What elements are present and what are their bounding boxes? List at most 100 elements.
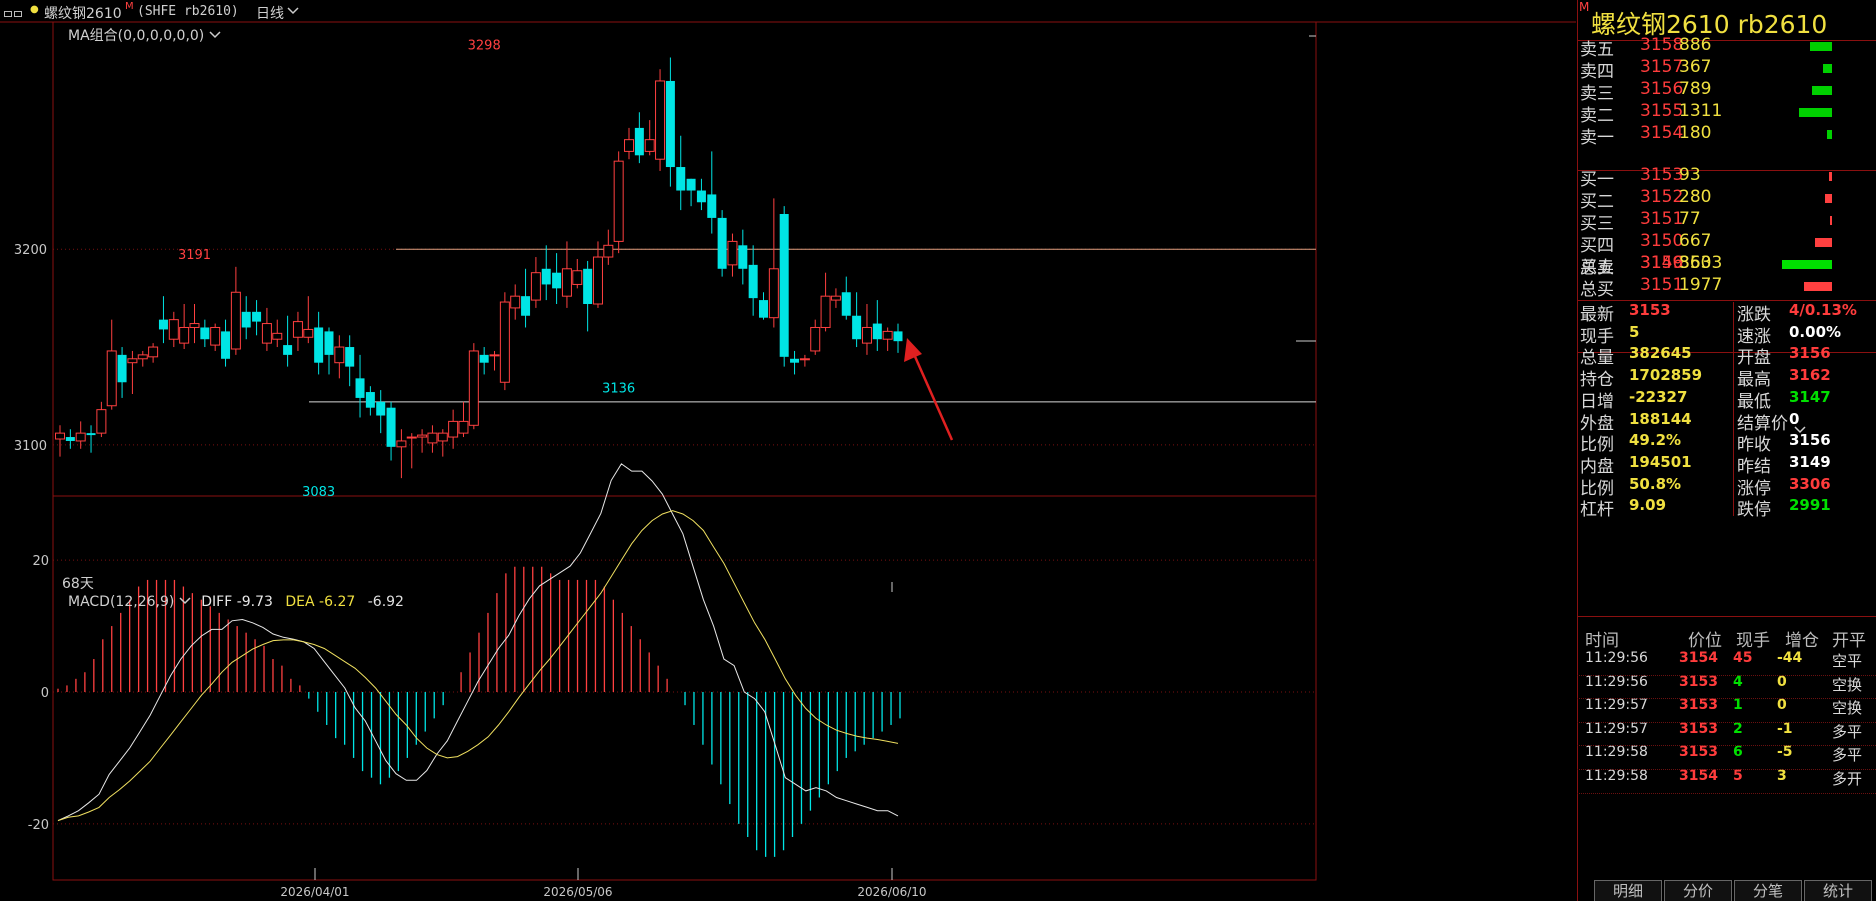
candle-body <box>872 323 882 340</box>
candle-body <box>852 315 862 340</box>
depth-bar <box>1815 238 1832 247</box>
tick-hand: 45 <box>1733 650 1753 666</box>
macd-indicator-label[interactable]: MACD(12,26,9) DIFF -9.73 DEA -6.27 -6.92 <box>68 594 404 610</box>
candle <box>252 300 262 336</box>
candle <box>334 335 345 379</box>
candle <box>552 253 562 304</box>
candle <box>55 425 65 457</box>
candle <box>696 178 706 211</box>
candle <box>603 229 614 265</box>
candle <box>106 319 117 410</box>
candle-body <box>96 409 107 434</box>
candle <box>882 327 893 351</box>
candle <box>738 229 748 285</box>
stat-value: 50.8% <box>1629 474 1682 493</box>
candle <box>241 296 251 340</box>
candle-body <box>437 432 448 442</box>
date-tick-label: 2026/04/01 <box>280 885 349 899</box>
ma-label-text: MA组合(0,0,0,0,0,0) <box>68 28 205 44</box>
ask-volume: 886 <box>1679 35 1712 55</box>
tab-detail[interactable]: 明细 <box>1594 880 1662 901</box>
candle <box>583 260 593 332</box>
chevron-down-icon[interactable] <box>287 4 299 20</box>
price-tick-label: 3100 <box>14 439 47 454</box>
candle <box>437 429 448 457</box>
candle-body <box>841 292 851 316</box>
candle <box>613 151 624 254</box>
candle-body <box>272 332 283 340</box>
depth-bar <box>1830 216 1832 225</box>
candle-body <box>427 432 438 444</box>
candle <box>727 233 738 277</box>
candle-body <box>324 331 334 355</box>
candle <box>179 304 190 349</box>
depth-bar <box>1823 64 1832 73</box>
depth-bar <box>1827 130 1832 139</box>
stat-value: 3306 <box>1789 474 1831 493</box>
candle-body <box>106 350 117 407</box>
candle-body <box>479 354 489 363</box>
candle-body <box>768 268 779 319</box>
candle-body <box>521 296 531 316</box>
candle-body <box>644 139 655 152</box>
candle-body <box>665 80 675 168</box>
main-contract-marker: M <box>1579 0 1590 14</box>
candle-body <box>127 358 138 364</box>
candle <box>861 304 872 355</box>
candle <box>448 409 459 449</box>
candle-body <box>417 434 428 438</box>
candle <box>655 69 666 171</box>
tick-type: 多平 <box>1832 746 1863 764</box>
candle <box>561 241 572 308</box>
period-selector[interactable]: 日线 <box>256 3 284 23</box>
kline-chart[interactable]: 3191 3298 3083 3136 3100 3200 20 0 -20 2026/04/0… <box>0 0 1576 901</box>
chevron-down-icon[interactable] <box>1794 420 1806 440</box>
tab-ticks[interactable]: 分笔 <box>1734 880 1802 901</box>
candle-body <box>189 323 200 328</box>
tick-time: 11:29:57 <box>1585 697 1648 713</box>
stat-value: 4/0.13% <box>1789 301 1857 319</box>
candle <box>417 429 428 453</box>
candle-body <box>572 270 583 285</box>
candle-body <box>137 354 148 360</box>
candle <box>200 319 210 348</box>
price-tick-label: 3200 <box>14 243 47 258</box>
window-menu-icon[interactable] <box>4 6 22 17</box>
dea-value: DEA -6.27 <box>285 594 356 610</box>
date-tick-label: 2026/06/10 <box>857 885 926 899</box>
bid-volume: 280 <box>1679 187 1712 207</box>
stat-value: 2991 <box>1789 496 1831 515</box>
candle <box>345 335 355 387</box>
candle <box>644 120 655 156</box>
candle-body <box>252 311 262 322</box>
candle-body <box>583 268 593 304</box>
candle <box>541 245 551 301</box>
candle-body <box>499 301 510 383</box>
extreme-price-label: 3298 <box>468 38 501 53</box>
tab-stats[interactable]: 统计 <box>1804 880 1872 901</box>
tab-price[interactable]: 分价 <box>1664 880 1732 901</box>
ma-indicator-label[interactable]: MA组合(0,0,0,0,0,0) <box>68 25 221 45</box>
candle-body <box>738 245 748 269</box>
candle-body <box>241 311 251 328</box>
candle <box>117 347 127 398</box>
candle <box>468 343 479 430</box>
tick-price: 3153 <box>1679 697 1718 713</box>
candle-body <box>303 328 314 338</box>
candle-body <box>489 354 500 357</box>
stat-value: 188144 <box>1629 409 1692 428</box>
candle-body <box>820 295 831 328</box>
candle-body <box>759 300 769 318</box>
ask-price: 3158 <box>1640 35 1684 55</box>
ask-price: 3155 <box>1640 101 1684 121</box>
tick-row-divider <box>1577 769 1876 770</box>
candle-body <box>530 272 541 301</box>
candle <box>768 198 779 328</box>
candle-body <box>468 350 479 426</box>
candle-body <box>406 436 417 439</box>
ask-price: 3156 <box>1640 79 1684 99</box>
ticks-header-price: 价位 <box>1688 631 1722 651</box>
total-volume: 1977 <box>1679 275 1723 295</box>
arrow-head <box>904 338 922 362</box>
bid-price: 3153 <box>1640 165 1684 185</box>
